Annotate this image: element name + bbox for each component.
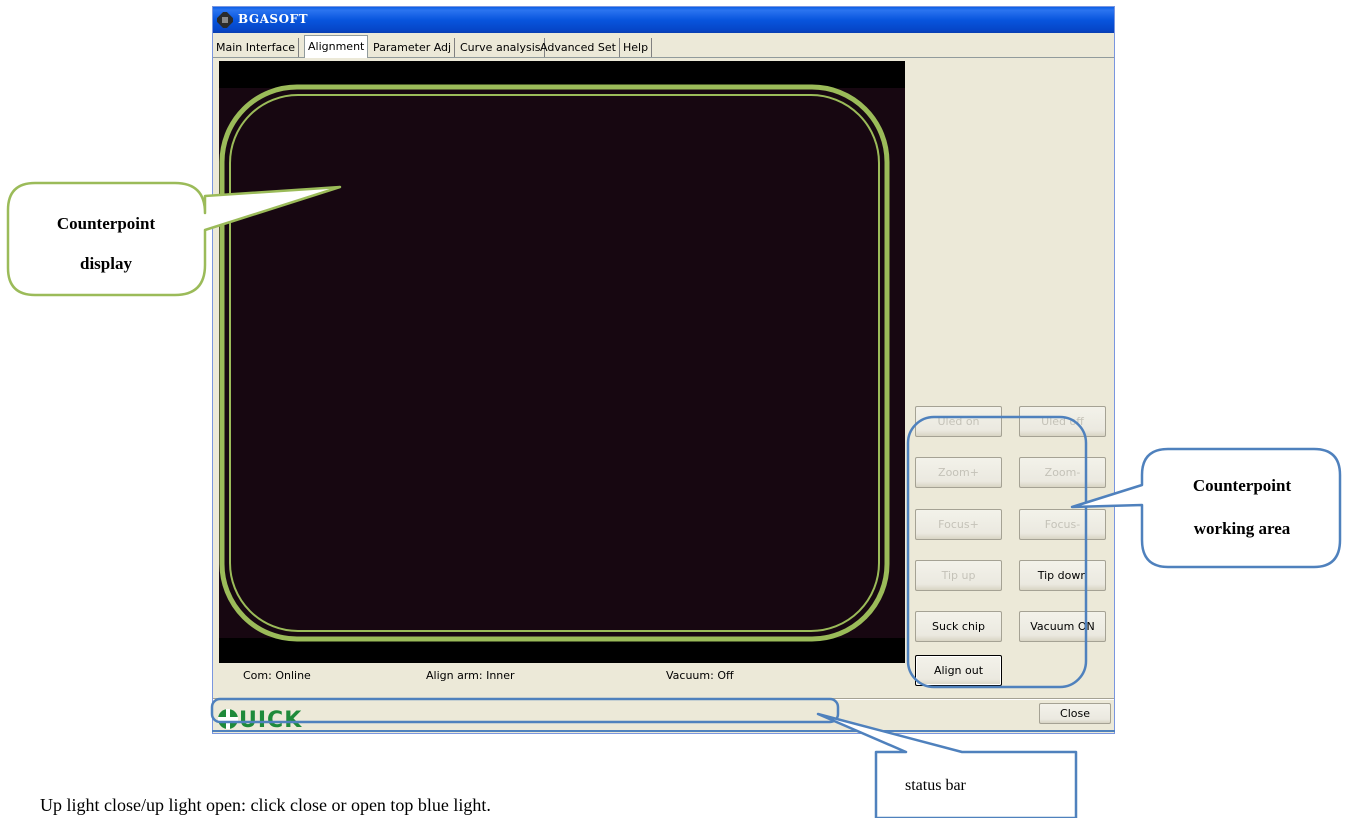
display-highlight — [219, 84, 890, 642]
display-callout-line1: Counterpoint — [56, 214, 156, 233]
working-callout-line1: Counterpoint — [1192, 476, 1292, 495]
display-callout-line2: display — [80, 254, 132, 273]
status-bar-highlight — [210, 697, 840, 724]
display-highlight-inner — [229, 94, 880, 632]
caption-text: Up light close/up light open: click clos… — [40, 795, 491, 815]
status-bar-callout — [816, 712, 1078, 818]
working-area-callout — [1070, 447, 1342, 569]
status-bar-callout-label: status bar — [905, 777, 966, 794]
working-callout-line2: working area — [1193, 519, 1291, 538]
working-area-highlight — [906, 415, 1088, 689]
annotation-overlay — [6, 84, 1342, 818]
